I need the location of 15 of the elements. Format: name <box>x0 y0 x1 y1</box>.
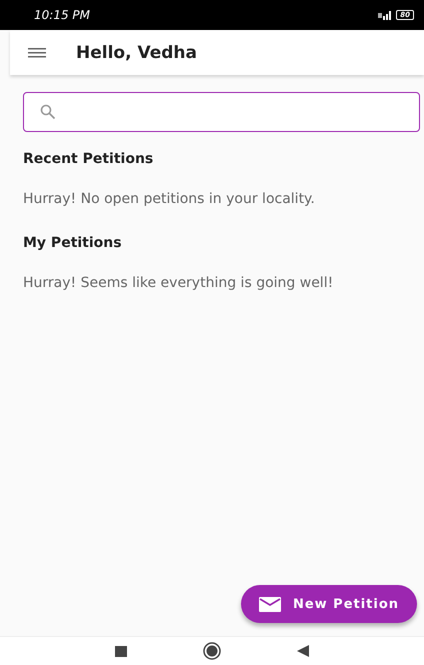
empty-message: Hurray! Seems like everything is going well! <box>23 275 334 291</box>
search-icon <box>40 104 56 120</box>
app-title: Hello, Vedha <box>76 42 197 62</box>
section-heading: My Petitions <box>23 235 123 251</box>
square-nav-icon[interactable] <box>115 646 127 656</box>
empty-message: Hurray! No open petitions in your locality. <box>23 191 316 207</box>
home-nav-icon[interactable] <box>203 642 221 660</box>
search-field[interactable] <box>23 92 420 132</box>
back-nav-icon[interactable] <box>297 645 309 657</box>
status-time: 10:15 PM <box>34 8 90 22</box>
section-heading: Recent Petitions <box>23 151 154 167</box>
menu-icon[interactable] <box>28 48 46 58</box>
envelope-icon <box>258 596 281 612</box>
signal-icon <box>378 10 392 20</box>
new-petition-button[interactable]: New Petition <box>241 585 417 623</box>
